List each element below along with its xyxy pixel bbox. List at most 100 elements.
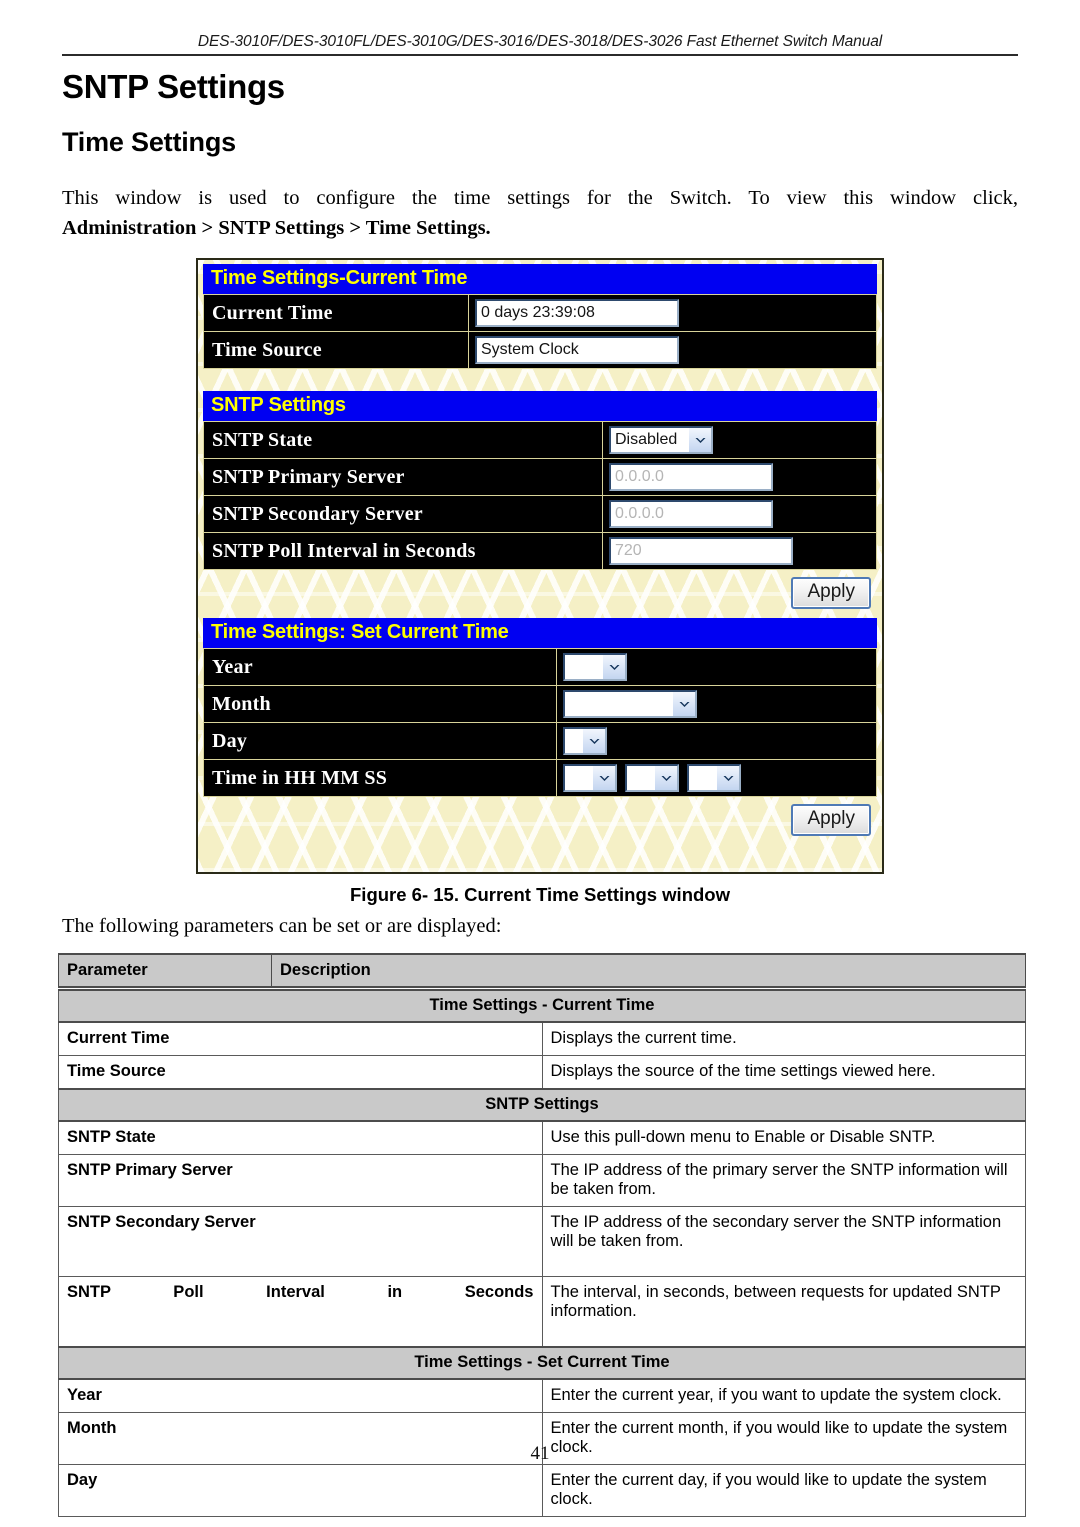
param-desc-sntp-primary-server: The IP address of the primary server the… [541,1154,1026,1207]
year-select[interactable] [563,653,627,681]
chevron-down-icon[interactable] [592,766,615,790]
page-number: 41 [530,1443,550,1464]
param-name-sntp-poll-interval: SNTP Poll Interval in Seconds [58,1276,543,1348]
row-label-month: Month [203,685,557,723]
param-name-sntp-state: SNTP State [58,1120,543,1155]
month-select[interactable] [563,690,697,718]
table-section-row: Time Settings - Current Time [58,989,1026,1023]
row-value-sntp-poll-interval: 720 [602,532,877,570]
table-header-row: Parameter Description [58,953,1026,988]
parameter-table-header: Parameter Description [58,953,1026,988]
row-value-day [556,722,877,760]
table-row: SNTP Primary Server 0.0.0.0 [203,458,877,496]
section-label-sntp-settings: SNTP Settings [58,1088,1026,1122]
table-row: Time Source Displays the source of the t… [58,1055,1026,1090]
chevron-down-icon[interactable] [716,766,739,790]
chevron-down-icon[interactable] [582,729,605,753]
parameter-table: Time Settings - Current Time Current Tim… [58,989,1026,1517]
chevron-down-icon[interactable] [688,428,711,452]
current-time-table: Current Time 0 days 23:39:08 Time Source… [203,294,877,369]
param-desc-sntp-secondary-server: The IP address of the secondary server t… [541,1206,1026,1277]
set-current-time-table: Year Month Day Time in HH MM SS [203,648,877,797]
table-section-row: SNTP Settings [58,1088,1026,1122]
table-row: Year Enter the current year, if you want… [58,1378,1026,1413]
param-name-year: Year [58,1378,543,1413]
row-label-year: Year [203,648,557,686]
row-label-day: Day [203,722,557,760]
table-row: Day [203,722,877,760]
row-label-sntp-primary-server: SNTP Primary Server [203,458,603,496]
apply-button-set-time[interactable]: Apply [791,804,871,836]
table-row: SNTP State Use this pull-down menu to En… [58,1120,1026,1155]
row-label-current-time: Current Time [203,294,469,332]
intro-line-1: This window is used to configure the tim… [62,187,1018,209]
row-label-time-hh-mm-ss: Time in HH MM SS [203,759,557,797]
sntp-secondary-server-input[interactable]: 0.0.0.0 [609,500,773,528]
following-text: The following parameters can be set or a… [62,915,502,937]
row-label-time-source: Time Source [203,331,469,369]
spacer-after-current-time [203,369,877,391]
table-row: SNTP Poll Interval in Seconds 720 [203,532,877,570]
sntp-state-selected-value: Disabled [615,431,678,448]
param-name-day: Day [58,1464,543,1517]
apply-row-sntp: Apply [203,570,877,618]
table-row: Day Enter the current day, if you would … [58,1464,1026,1517]
intro-paragraph: This window is used to configure the tim… [62,183,1018,243]
param-name-time-source: Time Source [58,1055,543,1090]
table-section-row: Time Settings - Set Current Time [58,1346,1026,1380]
apply-row-set-time: Apply [203,797,877,845]
row-label-sntp-secondary-server: SNTP Secondary Server [203,495,603,533]
row-value-current-time: 0 days 23:39:08 [468,294,877,332]
section-label-time-settings-current-time: Time Settings - Current Time [58,989,1026,1023]
table-row: Current Time 0 days 23:39:08 [203,294,877,332]
table-row: Time in HH MM SS [203,759,877,797]
row-value-year [556,648,877,686]
hour-select[interactable] [563,764,617,792]
table-row: SNTP Secondary Server 0.0.0.0 [203,495,877,533]
row-value-month [556,685,877,723]
row-value-time-source: System Clock [468,331,877,369]
section-header-current-time: Time Settings-Current Time [203,264,877,294]
section-header-sntp-settings: SNTP Settings [203,391,877,421]
row-label-sntp-state: SNTP State [203,421,603,459]
sntp-poll-interval-input[interactable]: 720 [609,537,793,565]
section-header-set-current-time: Time Settings: Set Current Time [203,618,877,648]
apply-button-sntp[interactable]: Apply [791,577,871,609]
row-value-sntp-primary-server: 0.0.0.0 [602,458,877,496]
row-value-sntp-secondary-server: 0.0.0.0 [602,495,877,533]
table-row: Time Source System Clock [203,331,877,369]
param-desc-time-source: Displays the source of the time settings… [541,1055,1026,1090]
sntp-primary-server-input[interactable]: 0.0.0.0 [609,463,773,491]
page-title: SNTP Settings [62,68,285,105]
running-header: DES-3010F/DES-3010FL/DES-3010G/DES-3016/… [62,33,1018,56]
table-row: Current Time Displays the current time. [58,1021,1026,1056]
param-name-sntp-primary-server: SNTP Primary Server [58,1154,543,1207]
figure-caption: Figure 6- 15. Current Time Settings wind… [350,884,730,905]
second-select[interactable] [687,764,741,792]
column-header-description: Description [271,953,1026,988]
header-rule [62,54,1018,56]
chevron-down-icon[interactable] [654,766,677,790]
table-row: Year [203,648,877,686]
minute-select[interactable] [625,764,679,792]
param-desc-year: Enter the current year, if you want to u… [541,1378,1026,1413]
row-label-sntp-poll-interval: SNTP Poll Interval in Seconds [203,532,603,570]
time-source-input[interactable]: System Clock [475,336,679,364]
table-row: SNTP State Disabled [203,421,877,459]
chevron-down-icon[interactable] [602,655,625,679]
switch-web-ui-screenshot: Time Settings-Current Time Current Time … [196,258,884,874]
chevron-down-icon[interactable] [672,692,695,716]
sntp-settings-table: SNTP State Disabled SNTP Primary Server … [203,421,877,570]
table-row: SNTP Secondary Server The IP address of … [58,1206,1026,1277]
sntp-state-select[interactable]: Disabled [609,426,713,454]
row-value-sntp-state: Disabled [602,421,877,459]
param-desc-sntp-poll-interval: The interval, in seconds, between reques… [541,1276,1026,1348]
current-time-input[interactable]: 0 days 23:39:08 [475,299,679,327]
section-label-time-settings-set-current-time: Time Settings - Set Current Time [58,1346,1026,1380]
table-row: Month [203,685,877,723]
param-desc-sntp-state: Use this pull-down menu to Enable or Dis… [541,1120,1026,1155]
table-row: SNTP Primary Server The IP address of th… [58,1154,1026,1207]
table-row: SNTP Poll Interval in Seconds The interv… [58,1276,1026,1348]
day-select[interactable] [563,727,607,755]
param-desc-day: Enter the current day, if you would like… [541,1464,1026,1517]
